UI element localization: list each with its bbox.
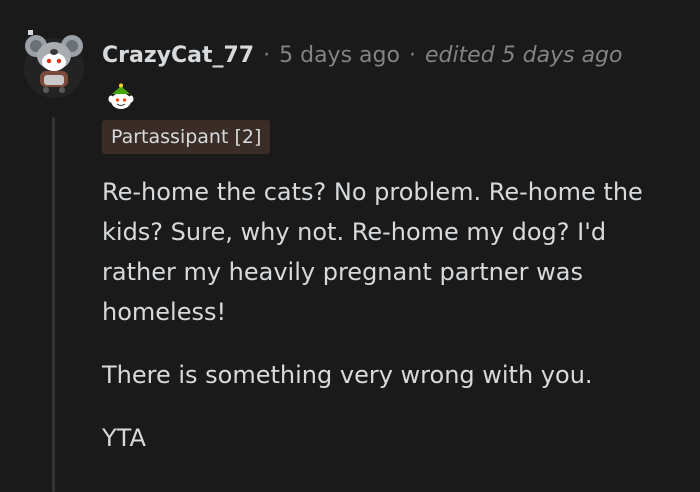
edited-label: edited 5 days ago [424,43,623,68]
comment: CrazyCat_77 · 5 days ago · edited 5 days… [0,0,700,492]
meta-separator: · [408,43,416,68]
username-link[interactable]: CrazyCat_77 [102,38,254,74]
meta-separator: · [263,43,271,68]
comment-paragraph: There is something very wrong with you. [102,361,593,389]
comment-header: CrazyCat_77 · 5 days ago · edited 5 days… [102,38,623,74]
thread-line[interactable] [52,117,55,492]
user-flair-badge: Partassipant [2] [102,120,271,154]
comment-paragraph: YTA [102,424,146,452]
comment-paragraph: Re-home the cats? No problem. Re-home th… [102,178,643,326]
koala-snoo-avatar-icon[interactable] [22,28,86,100]
comment-body: Re-home the cats? No problem. Re-home th… [102,172,687,481]
timestamp-link[interactable]: 5 days ago [279,38,400,74]
elf-snoo-award-icon[interactable] [106,82,136,112]
